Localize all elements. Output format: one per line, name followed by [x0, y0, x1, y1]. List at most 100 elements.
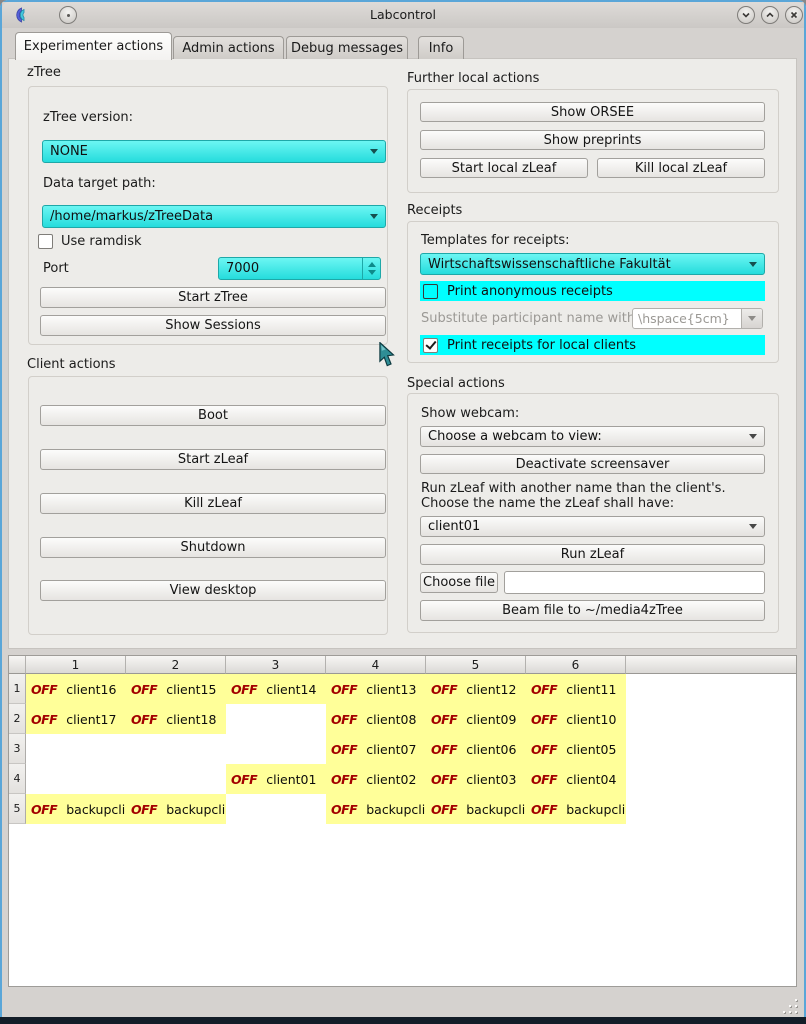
show-orsee-button[interactable]: Show ORSEE: [420, 102, 765, 122]
client-cell-client12[interactable]: OFFclient12: [426, 674, 526, 704]
off-status-indicator: OFF: [131, 682, 157, 697]
column-header-6[interactable]: 6: [526, 656, 626, 674]
client-cell-client17[interactable]: OFFclient17: [26, 704, 126, 734]
row-filler: [626, 704, 796, 734]
client-cell-client07[interactable]: OFFclient07: [326, 734, 426, 764]
row-header-2[interactable]: 2: [9, 704, 26, 734]
show-sessions-button[interactable]: Show Sessions: [40, 315, 386, 336]
off-status-indicator: OFF: [231, 682, 257, 697]
use-ramdisk-checkbox[interactable]: [38, 234, 53, 249]
empty-cell[interactable]: [26, 764, 126, 794]
off-status-indicator: OFF: [531, 802, 557, 817]
client-cell-client13[interactable]: OFFclient13: [326, 674, 426, 704]
client-cell-client02[interactable]: OFFclient02: [326, 764, 426, 794]
kill-zleaf-button[interactable]: Kill zLeaf: [40, 493, 386, 514]
client-cell-client16[interactable]: OFFclient16: [26, 674, 126, 704]
client-cell-client18[interactable]: OFFclient18: [126, 704, 226, 734]
column-header-3[interactable]: 3: [226, 656, 326, 674]
client-cell-backupcli...[interactable]: OFFbackupcli...: [426, 794, 526, 824]
client-status-table[interactable]: 1234561OFFclient16OFFclient15OFFclient14…: [8, 655, 797, 987]
client-cell-backupcli...[interactable]: OFFbackupcli...: [26, 794, 126, 824]
column-header-2[interactable]: 2: [126, 656, 226, 674]
file-path-input[interactable]: [504, 571, 765, 594]
start-local-zleaf-button[interactable]: Start local zLeaf: [420, 158, 588, 178]
client-cell-backupcli...[interactable]: OFFbackupcli...: [326, 794, 426, 824]
print-anonymous-checkbox[interactable]: [423, 284, 438, 299]
spin-down-icon: [368, 270, 376, 275]
deactivate-screensaver-button[interactable]: Deactivate screensaver: [420, 454, 765, 474]
column-header-5[interactable]: 5: [426, 656, 526, 674]
client-cell-client11[interactable]: OFFclient11: [526, 674, 626, 704]
off-status-indicator: OFF: [331, 712, 357, 727]
client-cell-client05[interactable]: OFFclient05: [526, 734, 626, 764]
tab-admin-actions[interactable]: Admin actions: [173, 36, 284, 59]
empty-cell[interactable]: [226, 734, 326, 764]
client-cell-backupcli...[interactable]: OFFbackupcli...: [526, 794, 626, 824]
client-cell-client14[interactable]: OFF client14: [226, 674, 326, 704]
row-header-1[interactable]: 1: [9, 674, 26, 704]
empty-cell[interactable]: [26, 734, 126, 764]
port-spinbox[interactable]: 7000: [218, 257, 381, 280]
app-window: Labcontrol Experimenter actions Admin ac…: [0, 0, 806, 1024]
column-header-1[interactable]: 1: [26, 656, 126, 674]
client-name: client01: [266, 772, 316, 787]
client-name: client13: [366, 682, 416, 697]
spin-buttons[interactable]: [362, 258, 380, 279]
client-cell-client03[interactable]: OFFclient03: [426, 764, 526, 794]
show-preprints-button[interactable]: Show preprints: [420, 130, 765, 150]
close-button[interactable]: [785, 6, 803, 24]
beam-file-button[interactable]: Beam file to ~/media4zTree: [420, 600, 765, 621]
zleaf-name-select[interactable]: client01: [420, 516, 765, 537]
client-cell-client09[interactable]: OFFclient09: [426, 704, 526, 734]
tab-info[interactable]: Info: [418, 36, 464, 59]
titlebar[interactable]: Labcontrol: [2, 2, 804, 28]
print-local-receipts-checkbox[interactable]: [423, 338, 438, 353]
start-zleaf-button[interactable]: Start zLeaf: [40, 449, 386, 470]
client-cell-client10[interactable]: OFFclient10: [526, 704, 626, 734]
further-local-group-title: Further local actions: [407, 71, 539, 86]
boot-button[interactable]: Boot: [40, 405, 386, 426]
empty-cell[interactable]: [126, 764, 226, 794]
minimize-button[interactable]: [737, 6, 755, 24]
print-local-receipts-label: Print receipts for local clients: [447, 338, 636, 353]
empty-cell[interactable]: [226, 794, 326, 824]
off-status-indicator: OFF: [31, 712, 57, 727]
client-cell-client06[interactable]: OFFclient06: [426, 734, 526, 764]
column-header-filler: [626, 656, 796, 674]
webcam-select[interactable]: Choose a webcam to view:: [420, 426, 765, 447]
run-zleaf-button[interactable]: Run zLeaf: [420, 544, 765, 565]
client-cell-client04[interactable]: OFFclient04: [526, 764, 626, 794]
substitute-name-select[interactable]: \hspace{5cm}: [632, 308, 763, 329]
row-header-4[interactable]: 4: [9, 764, 26, 794]
ztree-version-value: NONE: [50, 144, 88, 159]
kill-local-zleaf-button[interactable]: Kill local zLeaf: [597, 158, 765, 178]
shutdown-button[interactable]: Shutdown: [40, 537, 386, 558]
column-header-4[interactable]: 4: [326, 656, 426, 674]
client-cell-client01[interactable]: OFFclient01: [226, 764, 326, 794]
row-header-5[interactable]: 5: [9, 794, 26, 824]
dropdown-button: [741, 309, 762, 328]
data-target-path-select[interactable]: /home/markus/zTreeData: [42, 205, 386, 228]
off-status-indicator: OFF: [331, 742, 357, 757]
resize-grip[interactable]: [783, 998, 801, 1016]
maximize-button[interactable]: [761, 6, 779, 24]
view-desktop-button[interactable]: View desktop: [40, 580, 386, 601]
empty-cell[interactable]: [126, 734, 226, 764]
ztree-version-select[interactable]: NONE: [42, 140, 386, 163]
tab-label: Admin actions: [182, 41, 274, 56]
port-label: Port: [43, 261, 69, 276]
client-cell-backupcli...[interactable]: OFFbackupcli...: [126, 794, 226, 824]
receipt-template-select[interactable]: Wirtschaftswissenschaftliche Fakultät: [420, 253, 765, 275]
tab-debug-messages[interactable]: Debug messages: [286, 36, 408, 59]
tab-experimenter-actions[interactable]: Experimenter actions: [15, 32, 172, 60]
off-status-indicator: OFF: [531, 712, 557, 727]
choose-file-button[interactable]: Choose file: [420, 572, 498, 593]
client-cell-client08[interactable]: OFFclient08: [326, 704, 426, 734]
ztree-group-title: zTree: [27, 65, 61, 80]
start-ztree-button[interactable]: Start zTree: [40, 287, 386, 308]
empty-cell[interactable]: [226, 704, 326, 734]
client-cell-client15[interactable]: OFFclient15: [126, 674, 226, 704]
row-header-3[interactable]: 3: [9, 734, 26, 764]
chevron-down-icon: [749, 524, 757, 529]
client-name: client14: [266, 682, 316, 697]
